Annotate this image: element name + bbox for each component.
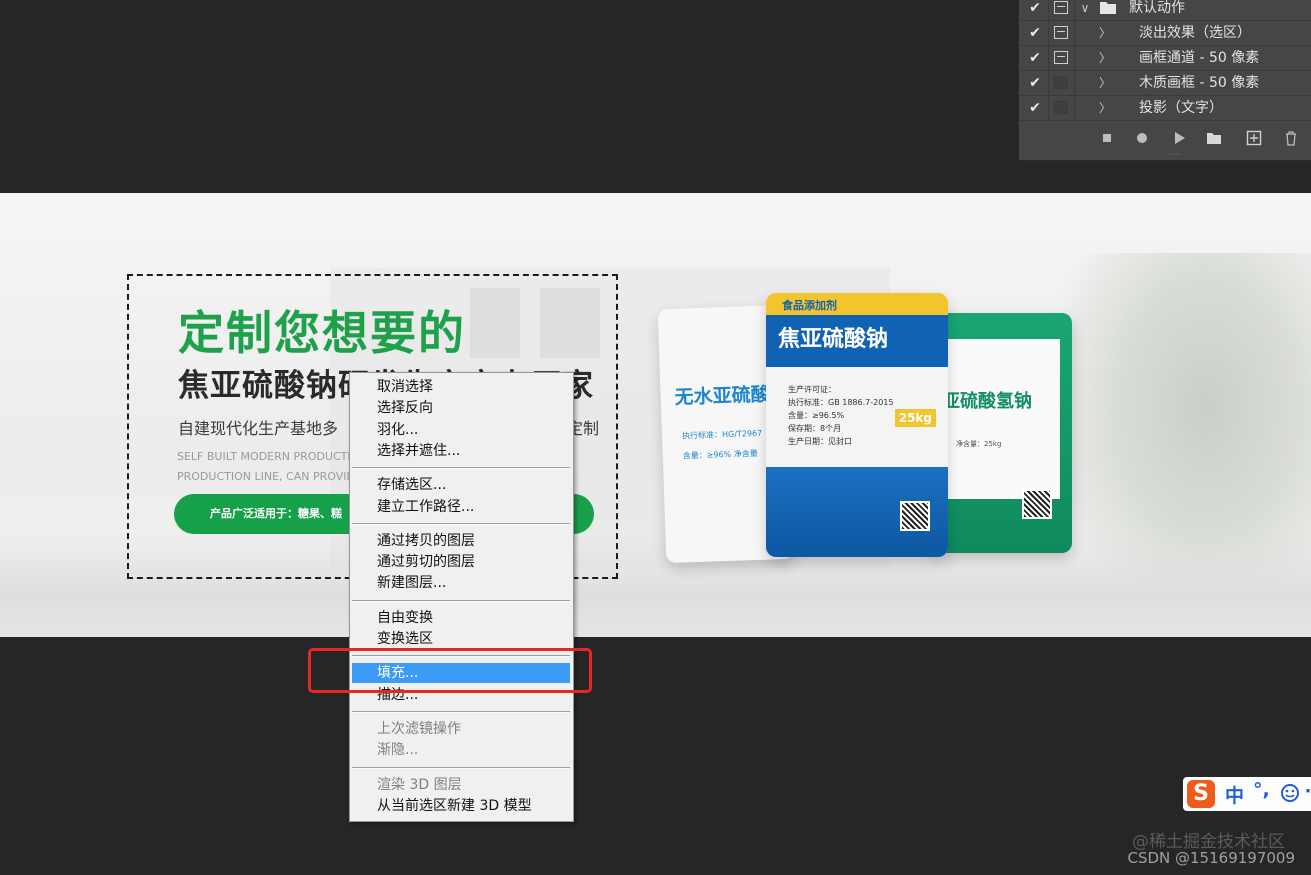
ime-toolbar: S 中 °, ⋯ [1183,777,1311,811]
menu-item[interactable]: 建立工作路径... [352,497,570,517]
dialog-toggle-icon[interactable] [1054,76,1068,89]
bag-bottom-band [766,467,948,557]
bag-tag: 食品添加剂 [782,299,837,312]
action-enabled-checkmark-icon[interactable]: ✔ [1026,46,1044,70]
new-set-folder-icon[interactable] [1206,130,1222,146]
action-row[interactable]: ✔ 〉 投影（文字） [1019,96,1311,121]
bag-details: 执行标准：HG/T2967 含量：≥96% 净含量 [682,424,764,467]
chevron-right-icon[interactable]: 〉 [1099,71,1111,95]
menu-separator [352,710,570,713]
action-enabled-checkmark-icon[interactable]: ✔ [1026,71,1044,95]
actions-toolbar [1019,124,1311,152]
menu-item[interactable]: 羽化... [352,420,570,440]
bag-label: 焦亚硫酸钠 [778,327,889,352]
action-row[interactable]: ✔ ∨ 默认动作 [1019,0,1311,21]
action-enabled-checkmark-icon[interactable]: ✔ [1026,96,1044,120]
action-label: 淡出效果（选区） [1139,25,1251,41]
action-row[interactable]: ✔ 〉 淡出效果（选区） [1019,21,1311,46]
record-icon[interactable] [1134,130,1150,146]
column-divider [1074,0,1075,20]
menu-item[interactable]: 变换选区 [352,629,570,649]
column-divider [1048,96,1049,120]
column-divider [1048,71,1049,95]
bag-label-panel: 亚硫酸氢钠 净含量：25kg [942,339,1060,499]
chevron-right-icon[interactable]: 〉 [1099,46,1111,70]
new-action-icon[interactable] [1246,130,1262,146]
delete-icon[interactable] [1283,130,1299,146]
stop-icon[interactable] [1099,130,1115,146]
bag-label: 无水亚硫酸 [674,383,771,409]
column-divider [1048,21,1049,45]
action-label: 默认动作 [1129,0,1185,16]
bag-detail-line: 生产日期：见封口 [788,437,852,446]
menu-item[interactable]: 通过剪切的图层 [352,552,570,572]
menu-item[interactable]: 选择并遮住... [352,441,570,461]
product-bag-blue: 食品添加剂 焦亚硫酸钠 生产许可证： 执行标准：GB 1886.7-2015 含… [766,293,948,557]
bag-detail-line: 含量：≥96% 净含量 [682,448,758,461]
menu-separator [352,467,570,470]
dialog-toggle-icon[interactable] [1054,101,1068,114]
bag-detail-line: 保存期：8个月 [788,424,842,433]
bag-detail-line: 执行标准：GB 1886.7-2015 [788,398,894,407]
chevron-down-icon[interactable]: ∨ [1079,0,1091,20]
menu-item[interactable]: 从当前选区新建 3D 模型 [352,796,570,816]
column-divider [1074,96,1075,120]
chevron-right-icon[interactable]: 〉 [1099,96,1111,120]
bag-detail-line: 生产许可证： [788,385,836,394]
menu-separator [352,599,570,602]
document-canvas[interactable]: 定制您想要的 焦亚硫酸钠研发生产实力厂家 自建现代化生产基地多 定制 SELF … [0,193,1311,637]
ime-punctuation-toggle[interactable]: °, [1253,779,1270,801]
menu-separator [352,766,570,769]
column-divider [1074,21,1075,45]
action-row[interactable]: ✔ 〉 画框通道 - 50 像素 [1019,46,1311,71]
menu-item[interactable]: 存储选区... [352,475,570,495]
bag-label: 亚硫酸氢钠 [942,391,1032,412]
folder-icon [1100,2,1116,14]
menu-item: 上次滤镜操作 [377,720,461,737]
highlight-callout-box [308,648,592,693]
action-label: 投影（文字） [1139,100,1223,116]
qr-code [900,501,930,531]
bag-details: 生产许可证： 执行标准：GB 1886.7-2015 含量：≥96.5% 保存期… [788,383,893,448]
action-enabled-checkmark-icon[interactable]: ✔ [1026,0,1044,20]
action-row[interactable]: ✔ 〉 木质画框 - 50 像素 [1019,71,1311,96]
sogou-logo-icon[interactable]: S [1187,780,1215,808]
panel-resize-grip[interactable]: ····· [1159,151,1189,159]
menu-separator [352,522,570,525]
dialog-toggle-icon[interactable] [1054,26,1068,39]
qr-code [1022,489,1052,519]
column-divider [1074,46,1075,70]
ime-language-toggle[interactable]: 中 [1225,781,1244,808]
context-menu: 取消选择 选择反向 羽化... 选择并遮住... 存储选区... 建立工作路径... 通过拷… [349,372,574,822]
chevron-right-icon[interactable]: 〉 [1099,21,1111,45]
action-label: 木质画框 - 50 像素 [1139,75,1260,91]
menu-item: 渐隐... [377,742,419,759]
column-divider [1048,46,1049,70]
bag-top-stripe: 食品添加剂 [766,293,948,315]
ime-more-icon[interactable]: ⋯ [1305,781,1311,802]
menu-item[interactable]: 选择反向 [352,398,570,418]
product-bag-green: 亚硫酸氢钠 净含量：25kg [930,313,1072,553]
menu-item[interactable]: 自由变换 [352,608,570,628]
bag-detail-line: 执行标准：HG/T2967 [681,428,763,441]
bag-detail-line: 含量：≥96.5% [788,411,845,420]
action-enabled-checkmark-icon[interactable]: ✔ [1026,21,1044,45]
menu-item: 渲染 3D 图层 [377,776,462,793]
bag-detail-line: 净含量：25kg [956,440,1002,448]
play-icon[interactable] [1171,130,1187,146]
menu-item[interactable]: 取消选择 [352,377,570,397]
action-label: 画框通道 - 50 像素 [1139,50,1260,66]
dialog-toggle-icon[interactable] [1054,1,1068,14]
bag-weight-badge: 25kg [894,409,936,427]
menu-item[interactable]: 通过拷贝的图层 [352,531,570,551]
column-divider [1048,0,1049,20]
column-divider [1074,71,1075,95]
csdn-watermark: CSDN @15169197009 [1127,849,1295,867]
actions-panel: ····· ✔ ∨ 默认动作 ✔ 〉淡出效果（选区） ✔ 〉画框通道 - 50 像素 ✔ 〉木质… [1018,0,1311,161]
menu-item[interactable]: 新建图层... [352,573,570,593]
dialog-toggle-icon[interactable] [1054,51,1068,64]
bag-title-band: 焦亚硫酸钠 [766,315,948,367]
smiley-icon[interactable] [1280,783,1300,803]
